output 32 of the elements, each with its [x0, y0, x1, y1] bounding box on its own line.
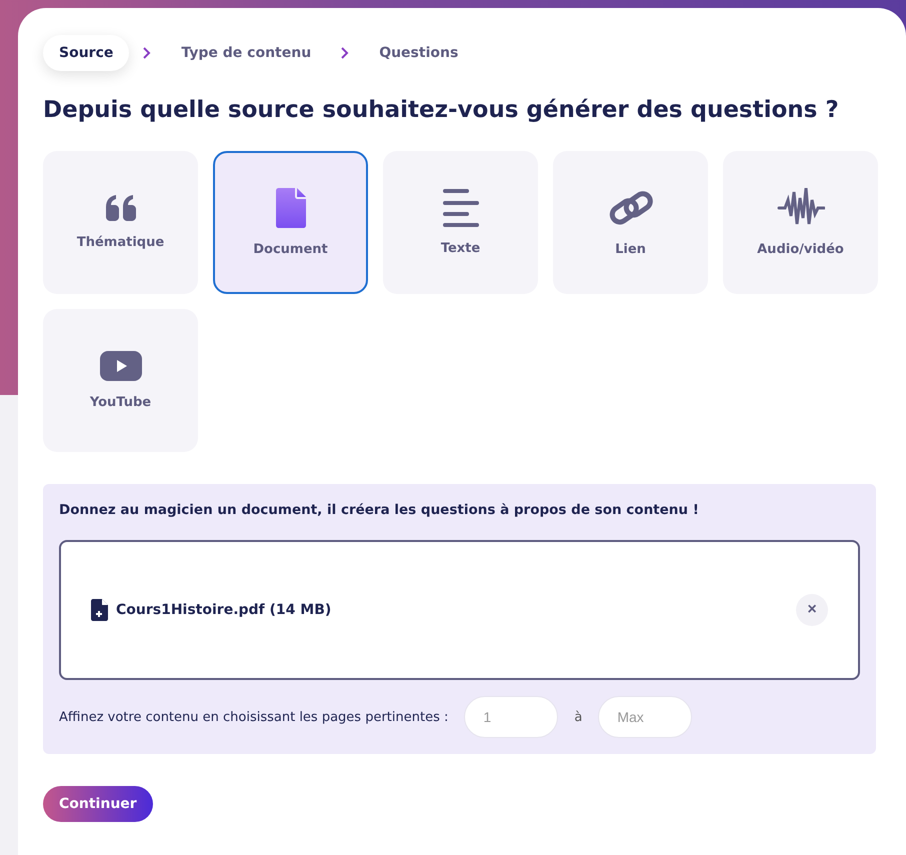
- end-page-field[interactable]: Max: [598, 696, 692, 738]
- remove-file-button[interactable]: ×: [796, 594, 828, 626]
- source-label: Thématique: [76, 235, 164, 250]
- source-option[interactable]: Document: [213, 151, 368, 294]
- source-option[interactable]: Thématique: [43, 151, 198, 294]
- source-label: Document: [253, 242, 328, 257]
- chevron-right-icon: [341, 47, 350, 59]
- source-label: Audio/vidéo: [757, 242, 844, 257]
- breadcrumb-step[interactable]: Type de contenu: [165, 35, 328, 71]
- file-drop-zone[interactable]: Cours1Histoire.pdf (14 MB) ×: [59, 540, 860, 680]
- page-range-label: Affinez votre contenu en choisissant les pages pertinentes :: [59, 710, 448, 724]
- source-label: YouTube: [90, 395, 152, 410]
- source-option[interactable]: Audio/vidéo: [723, 151, 878, 294]
- source-option[interactable]: Texte: [383, 151, 538, 294]
- video-play-icon: [100, 351, 142, 381]
- continue-button[interactable]: Continuer: [43, 786, 153, 822]
- file-plus-icon: [91, 599, 108, 621]
- range-separator: à: [574, 710, 582, 724]
- chevron-right-icon: [143, 47, 152, 59]
- document-icon: [276, 188, 306, 228]
- breadcrumb-step[interactable]: Questions: [363, 35, 474, 71]
- instruction-text: Donnez au magicien un document, il créera les questions à propos de son contenu !: [59, 502, 700, 518]
- quote-icon: [104, 195, 138, 221]
- text-lines-icon: [442, 189, 478, 227]
- source-label: Lien: [615, 242, 646, 257]
- file-name: Cours1Histoire.pdf (14 MB): [116, 602, 332, 618]
- start-page-field[interactable]: 1: [464, 696, 558, 738]
- page-title: Depuis quelle source souhaitez-vous générer des questions ?: [43, 97, 840, 123]
- source-option[interactable]: YouTube: [43, 309, 198, 452]
- breadcrumb-step[interactable]: Source: [43, 35, 130, 71]
- source-label: Texte: [440, 241, 480, 256]
- source-option[interactable]: Lien: [553, 151, 708, 294]
